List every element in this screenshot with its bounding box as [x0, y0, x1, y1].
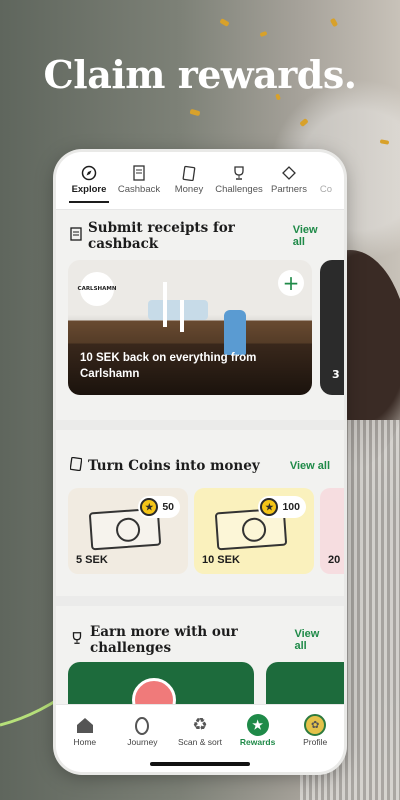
view-all-link[interactable]: View all [290, 460, 330, 472]
tab-money[interactable]: Money [164, 162, 214, 209]
coin-card-label: 20 [328, 554, 341, 566]
candle [163, 282, 167, 327]
home-indicator [150, 762, 250, 766]
coin-amount: 100 [282, 501, 300, 513]
compass-icon [64, 162, 114, 184]
coin-icon: ★ [140, 498, 159, 516]
coin-badge: ★ 50 [138, 496, 180, 518]
cashback-offer-card-peek[interactable]: 3 [320, 260, 344, 395]
coin-offer-card[interactable]: ★ 100 10 SEK [194, 488, 314, 574]
section-title: Turn Coins into money [88, 458, 260, 474]
product-box [148, 300, 208, 320]
nav-label: Scan & sort [178, 737, 222, 747]
avatar-icon: ✿ [304, 714, 327, 736]
add-button[interactable]: + [278, 270, 304, 296]
section-title: Submit receipts for cashback [88, 220, 235, 252]
tab-more[interactable]: Co [314, 162, 338, 209]
coin-badge: ★ 100 [258, 496, 306, 518]
tab-partners[interactable]: Partners [264, 162, 314, 209]
coin-offer-card-peek[interactable]: 20 [320, 488, 344, 574]
tab-label: Explore [71, 184, 107, 195]
section-divider [56, 420, 344, 430]
coin-card-label: 5 SEK [76, 554, 108, 566]
tag-icon [264, 162, 314, 184]
challenges-section-header: Earn more with our challenges View all [70, 624, 330, 656]
nav-home[interactable]: Home [56, 705, 114, 772]
coin-icon: ★ [260, 498, 279, 516]
trophy-icon [70, 631, 84, 649]
receipt-icon [70, 227, 82, 245]
nav-label: Profile [303, 737, 328, 747]
view-all-link[interactable]: View all [293, 224, 330, 248]
home-icon [56, 713, 114, 737]
phone-frame: Explore Cashback Money Challenges Partne… [56, 152, 344, 772]
tab-explore[interactable]: Explore [64, 162, 114, 209]
coin-card-label: 10 SEK [202, 554, 240, 566]
tab-challenges[interactable]: Challenges [214, 162, 264, 209]
cashback-offer-card[interactable]: CARLSHAMN + 10 SEK back on everything fr… [68, 260, 312, 395]
peek-text: 3 [332, 368, 340, 381]
cashback-section-header: Submit receipts for cashback View all [70, 220, 330, 252]
headline: Claim rewards. [43, 52, 357, 97]
tab-cashback[interactable]: Cashback [114, 162, 164, 209]
wallet-icon [164, 162, 214, 184]
nav-label: Rewards [239, 737, 276, 747]
tab-label: Cashback [117, 184, 161, 195]
nav-label: Journey [127, 737, 158, 747]
candle [180, 300, 184, 332]
coin-offer-card[interactable]: ★ 50 5 SEK [68, 488, 188, 574]
receipt-icon [114, 162, 164, 184]
egg-icon [114, 713, 172, 737]
nav-label: Home [73, 737, 97, 747]
rewards-icon: ★ [246, 714, 269, 736]
view-all-link[interactable]: View all [294, 628, 330, 652]
recycle-icon: ♻ [192, 715, 208, 734]
tab-label: Challenges [215, 184, 263, 195]
trophy-icon [214, 162, 264, 184]
coin-amount: 50 [162, 501, 174, 513]
product-bottle [224, 310, 246, 355]
section-title: Earn more with our challenges [90, 624, 238, 656]
tab-label: Money [174, 184, 204, 195]
offer-text: 10 SEK back on everything from Carlshamn [80, 351, 257, 381]
tab-label: Co [319, 184, 333, 195]
coins-section-header: Turn Coins into money View all [69, 454, 330, 478]
wallet-icon [69, 456, 83, 475]
top-tabs: Explore Cashback Money Challenges Partne… [56, 152, 344, 210]
section-divider [56, 596, 344, 606]
brand-logo: CARLSHAMN [78, 272, 116, 306]
nav-profile[interactable]: ✿ Profile [286, 705, 344, 772]
tab-label: Partners [271, 184, 307, 195]
